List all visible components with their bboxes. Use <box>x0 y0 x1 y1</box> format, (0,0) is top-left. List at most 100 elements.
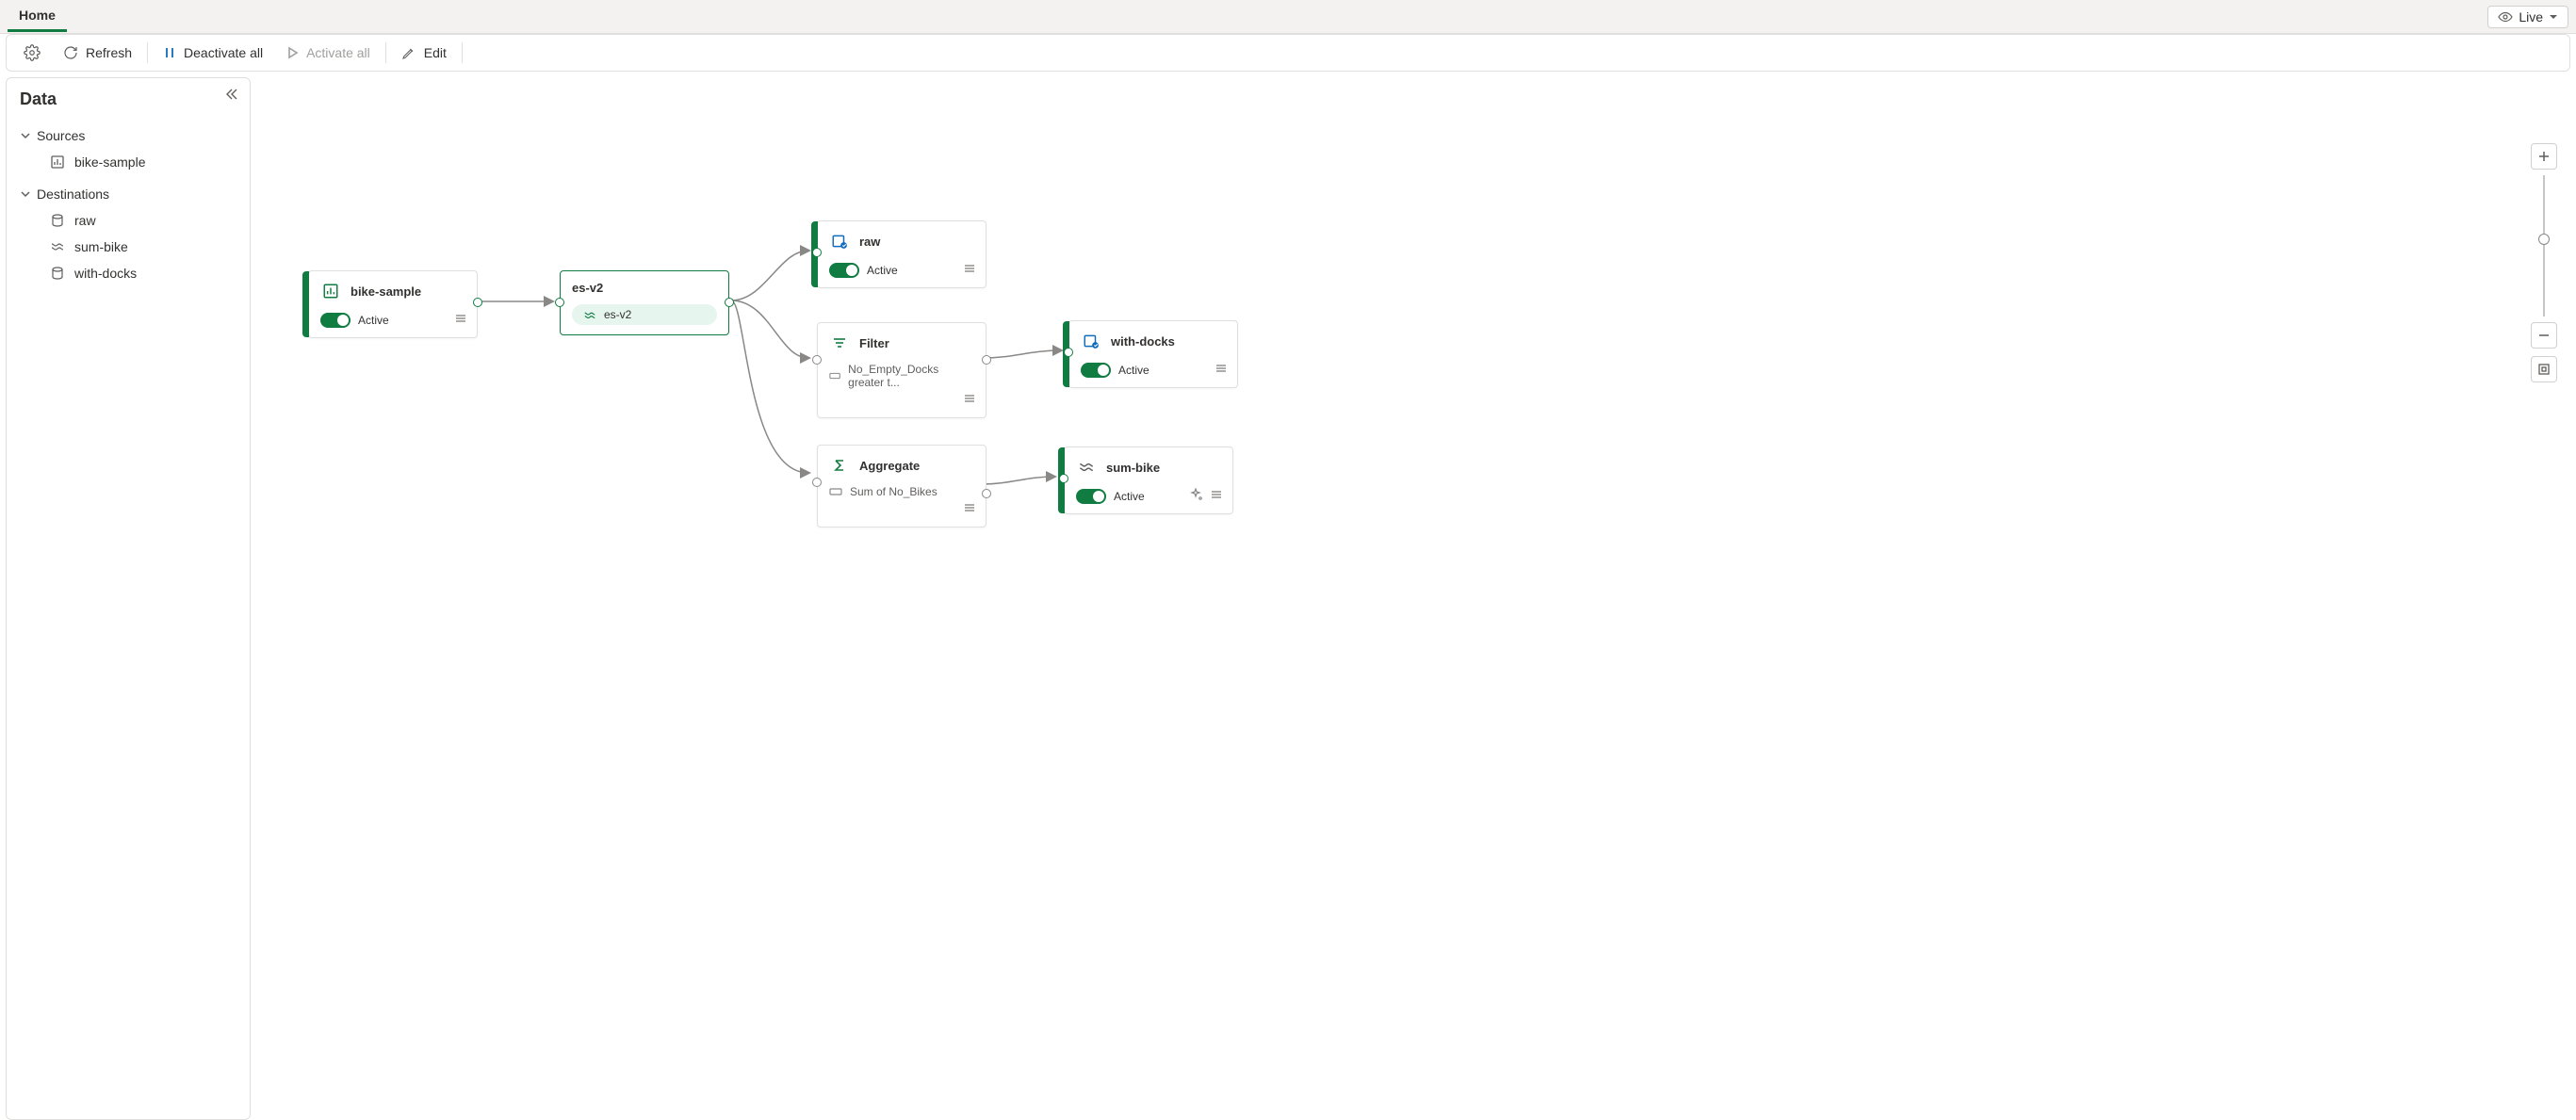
edit-button[interactable]: Edit <box>390 40 458 66</box>
node-title: with-docks <box>1111 334 1175 349</box>
destination-item-label: raw <box>74 213 96 228</box>
status-label: Active <box>867 264 898 277</box>
activate-all-label: Activate all <box>306 45 370 60</box>
node-header: Filter <box>829 333 974 353</box>
eye-icon <box>2498 9 2513 24</box>
drag-handle-icon[interactable] <box>963 262 976 278</box>
node-header: Aggregate <box>829 455 974 476</box>
source-item-bike-sample[interactable]: bike-sample <box>16 149 240 175</box>
gear-icon <box>24 44 41 61</box>
play-icon <box>285 46 299 59</box>
node-aggregate[interactable]: Aggregate Sum of No_Bikes <box>817 445 986 528</box>
toolbar-separator <box>385 42 386 63</box>
node-with-docks[interactable]: with-docks Active <box>1068 320 1238 388</box>
input-port[interactable] <box>812 478 822 487</box>
deactivate-all-button[interactable]: Deactivate all <box>152 40 274 66</box>
sparkle-icon[interactable] <box>1189 488 1202 504</box>
source-item-label: bike-sample <box>74 154 145 170</box>
chevron-down-icon <box>20 188 31 200</box>
status-label: Active <box>1118 364 1149 377</box>
database-icon <box>50 266 65 281</box>
node-status: Active <box>829 263 974 278</box>
sources-section[interactable]: Sources <box>16 122 240 149</box>
node-header: bike-sample <box>320 281 465 301</box>
workspace: Data Sources bike-sample Destinations ra… <box>0 72 2576 1120</box>
tab-home[interactable]: Home <box>8 1 67 32</box>
settings-button[interactable] <box>12 39 52 67</box>
node-title: raw <box>859 235 880 249</box>
edge <box>731 300 808 358</box>
output-port[interactable] <box>982 489 991 498</box>
destination-item-label: with-docks <box>74 266 137 281</box>
chevron-down-icon <box>2549 12 2558 22</box>
zoom-slider[interactable] <box>2543 175 2545 317</box>
refresh-label: Refresh <box>86 45 132 60</box>
edge <box>731 251 808 300</box>
fit-to-screen-button[interactable] <box>2531 356 2557 382</box>
output-port[interactable] <box>725 298 734 307</box>
eventhouse-icon <box>829 231 850 252</box>
refresh-button[interactable]: Refresh <box>52 40 143 66</box>
node-title: bike-sample <box>351 284 421 299</box>
node-raw[interactable]: raw Active <box>817 220 986 288</box>
status-label: Active <box>1114 490 1145 503</box>
live-mode-button[interactable]: Live <box>2487 6 2568 28</box>
active-toggle[interactable] <box>320 313 351 328</box>
toolbar: Refresh Deactivate all Activate all Edit <box>6 34 2570 72</box>
panel-title: Data <box>20 89 240 109</box>
destination-item-raw[interactable]: raw <box>16 207 240 234</box>
stream-icon <box>50 239 65 254</box>
node-accent <box>302 271 309 337</box>
node-filter[interactable]: Filter No_Empty_Docks greater t... <box>817 322 986 418</box>
zoom-thumb[interactable] <box>2538 234 2550 245</box>
rule-text: No_Empty_Docks greater t... <box>848 363 974 389</box>
canvas-inner[interactable]: bike-sample Active es-v2 es-v2 <box>256 77 2570 1120</box>
node-sum-bike[interactable]: sum-bike Active <box>1064 446 1233 514</box>
node-header: raw <box>829 231 974 252</box>
destination-item-label: sum-bike <box>74 239 128 254</box>
active-toggle[interactable] <box>829 263 859 278</box>
node-title: Filter <box>859 336 889 350</box>
active-toggle[interactable] <box>1076 489 1106 504</box>
toolbar-separator <box>147 42 148 63</box>
collapse-panel-button[interactable] <box>225 88 238 104</box>
graph-canvas[interactable]: bike-sample Active es-v2 es-v2 <box>256 77 2570 1120</box>
drag-handle-icon[interactable] <box>963 501 976 517</box>
drag-handle-icon[interactable] <box>963 392 976 408</box>
destinations-label: Destinations <box>37 187 109 202</box>
output-port[interactable] <box>473 298 482 307</box>
node-rule: Sum of No_Bikes <box>829 485 974 498</box>
node-rule: No_Empty_Docks greater t... <box>829 363 974 389</box>
rule-text: Sum of No_Bikes <box>850 485 937 498</box>
node-status: Active <box>320 313 465 328</box>
activate-all-button[interactable]: Activate all <box>274 40 382 66</box>
active-toggle[interactable] <box>1081 363 1111 378</box>
drag-handle-icon[interactable] <box>454 312 467 328</box>
minus-icon <box>2537 329 2551 342</box>
output-port[interactable] <box>982 355 991 365</box>
drag-handle-icon[interactable] <box>1215 362 1228 378</box>
stream-icon <box>583 308 596 321</box>
plus-icon <box>2537 150 2551 163</box>
zoom-out-button[interactable] <box>2531 322 2557 349</box>
chart-source-icon <box>50 154 65 170</box>
node-title: Aggregate <box>859 459 920 473</box>
chevron-down-icon <box>20 130 31 141</box>
deactivate-all-label: Deactivate all <box>184 45 263 60</box>
input-port[interactable] <box>555 298 564 307</box>
destination-item-with-docks[interactable]: with-docks <box>16 260 240 286</box>
drag-handle-icon[interactable] <box>1210 488 1223 504</box>
input-port[interactable] <box>812 355 822 365</box>
edit-label: Edit <box>424 45 447 60</box>
input-port[interactable] <box>1064 348 1073 357</box>
node-es-v2[interactable]: es-v2 es-v2 <box>560 270 729 335</box>
zoom-in-button[interactable] <box>2531 143 2557 170</box>
pill-label: es-v2 <box>604 308 631 321</box>
input-port[interactable] <box>812 248 822 257</box>
destinations-section[interactable]: Destinations <box>16 181 240 207</box>
input-port[interactable] <box>1059 474 1068 483</box>
destination-item-sum-bike[interactable]: sum-bike <box>16 234 240 260</box>
edge <box>731 300 808 473</box>
node-stream-pill[interactable]: es-v2 <box>572 304 717 325</box>
node-bike-sample[interactable]: bike-sample Active <box>308 270 478 338</box>
